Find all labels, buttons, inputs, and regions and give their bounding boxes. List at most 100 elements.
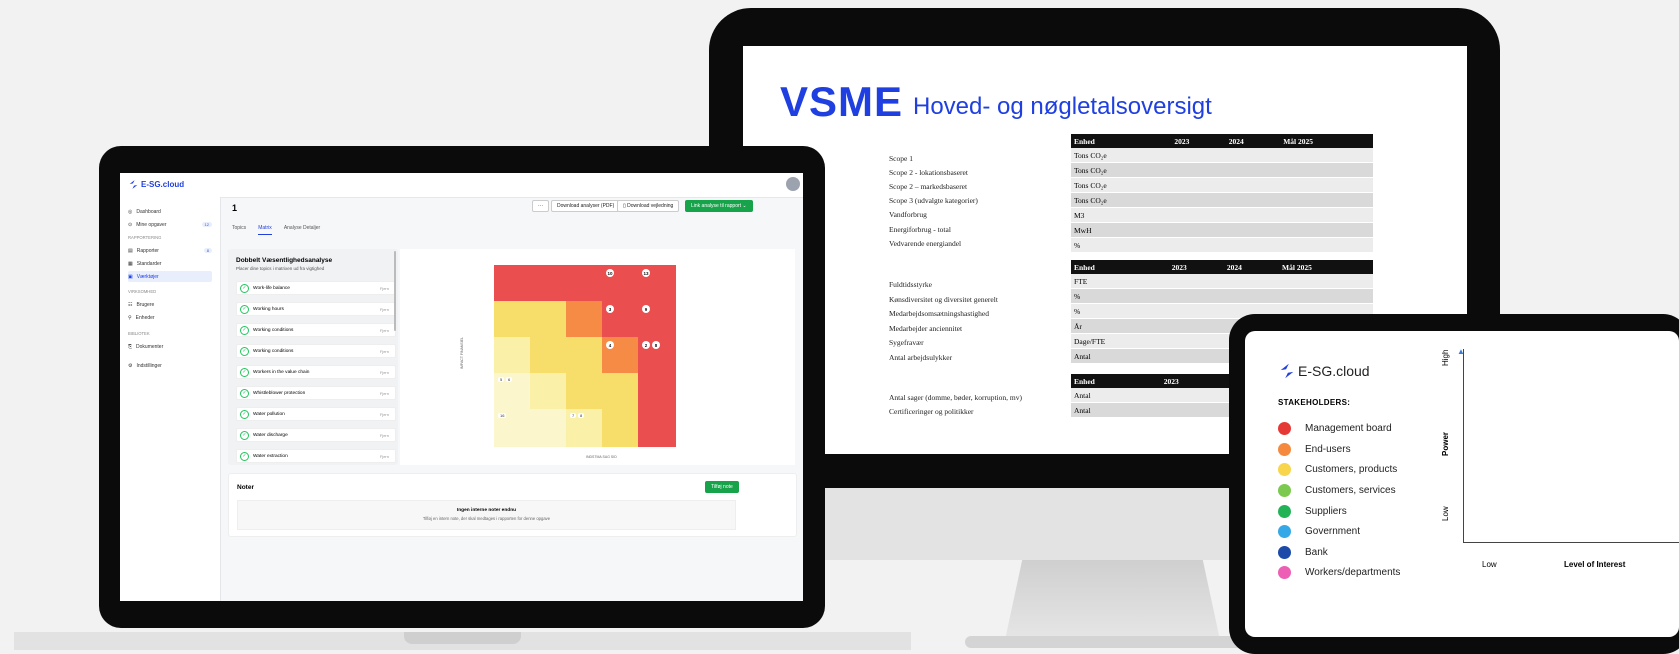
topic-item[interactable]: ✓ Water extraction Fjern — [236, 449, 396, 463]
unit-cell: Antal — [1071, 402, 1161, 418]
matrix-cell[interactable] — [566, 373, 604, 411]
matrix-cell[interactable] — [566, 337, 604, 375]
sidebar-item-dashboard[interactable]: ◎ Dashboard — [128, 206, 212, 217]
tab-analysis-details[interactable]: Analyse Detaljer — [284, 225, 320, 235]
topic-chip[interactable]: 8 — [578, 413, 585, 418]
topic-item[interactable]: ✓ Water discharge Fjern — [236, 428, 396, 442]
count-badge: 12 — [201, 222, 212, 227]
sidebar-item-entities[interactable]: ⚲ Enheder — [128, 312, 212, 323]
topic-label: Whistleblower protection — [253, 390, 306, 396]
matrix-cell[interactable] — [566, 265, 604, 303]
unit-cell: Antal — [1071, 348, 1169, 364]
matrix-cell[interactable] — [494, 265, 532, 303]
download-pdf-button[interactable]: Download analyser (PDF) — [551, 200, 621, 212]
topic-marker[interactable]: 4 — [606, 341, 614, 349]
kpi-label: Fuldtidsstyrke — [889, 280, 932, 289]
remove-link[interactable]: Fjern — [380, 454, 389, 459]
topic-item[interactable]: ✓ Work-life balance Fjern — [236, 281, 396, 295]
topic-chip[interactable]: 6 — [506, 377, 513, 382]
legend-dot — [1278, 525, 1291, 538]
tab-topics[interactable]: Topics — [232, 225, 246, 235]
sidebar-label: Værktøjer — [136, 273, 159, 280]
remove-link[interactable]: Fjern — [380, 349, 389, 354]
topic-item[interactable]: ✓ Working conditions Fjern — [236, 344, 396, 358]
topic-chip[interactable]: 5 — [498, 377, 505, 382]
sidebar-item-tasks[interactable]: ⊙ Mine opgaver 12 — [128, 219, 212, 230]
tablet-screen: E-SG.cloud STAKEHOLDERS: Management boar… — [1245, 331, 1679, 637]
check-circle-icon: ✓ — [240, 451, 249, 461]
more-button[interactable]: ··· — [532, 200, 549, 212]
remove-link[interactable]: Fjern — [380, 286, 389, 291]
topic-item[interactable]: ✓ Working hours Fjern — [236, 302, 396, 316]
x-axis-low: Low — [1482, 560, 1497, 569]
topic-chip[interactable]: 16 — [498, 413, 507, 418]
sidebar-section-reporting: RAPPORTERING — [128, 235, 162, 240]
sidebar-section-library: BIBLIOTEK — [128, 331, 150, 336]
gear-icon: ⚙ — [128, 362, 133, 369]
legend-dot — [1278, 546, 1291, 559]
matrix-cell[interactable] — [638, 409, 676, 447]
sidebar-item-documents[interactable]: ⎘ Dokumenter — [128, 341, 212, 352]
check-circle-icon: ✓ — [240, 430, 249, 440]
sidebar-item-users[interactable]: ☷ Brugere — [128, 299, 212, 310]
topic-chip[interactable]: 7 — [570, 413, 577, 418]
matrix-cell[interactable] — [494, 301, 532, 339]
download-guide-button[interactable]: ▯ Download vejledning — [617, 200, 680, 212]
unit-cell: % — [1071, 288, 1169, 304]
topic-label: Water extraction — [253, 453, 288, 459]
check-circle-icon: ✓ — [240, 367, 249, 377]
chevron-down-icon: ⌄ — [741, 203, 747, 209]
sidebar-item-reports[interactable]: ▤ Rapporter 8 — [128, 245, 212, 256]
sidebar-item-standards[interactable]: ▦ Standarder — [128, 258, 212, 269]
matrix-cell[interactable] — [530, 373, 568, 411]
matrix-cell[interactable] — [530, 301, 568, 339]
kpi-label: Vedvarende energiandel — [889, 239, 962, 248]
tab-matrix[interactable]: Matrix — [258, 225, 272, 235]
matrix-cell[interactable] — [602, 373, 640, 411]
remove-link[interactable]: Fjern — [380, 412, 389, 417]
add-note-button[interactable]: Tilføj note — [705, 481, 739, 493]
remove-link[interactable]: Fjern — [380, 307, 389, 312]
unit-cell: Tons CO₂e — [1071, 192, 1172, 208]
stakeholder-legend-item: End-users — [1278, 443, 1351, 456]
scrollbar[interactable] — [394, 251, 396, 331]
matrix-cell[interactable] — [602, 409, 640, 447]
sidebar-item-tools[interactable]: ▣ Værktøjer — [128, 271, 212, 282]
unit-cell: År — [1071, 318, 1169, 334]
matrix-cell[interactable] — [530, 265, 568, 303]
remove-link[interactable]: Fjern — [380, 370, 389, 375]
kpi-label: Scope 2 - lokationsbaseret — [889, 168, 968, 177]
matrix-cell[interactable] — [530, 409, 568, 447]
stakeholder-legend-item: Workers/departments — [1278, 566, 1400, 579]
remove-link[interactable]: Fjern — [380, 433, 389, 438]
remove-link[interactable]: Fjern — [380, 328, 389, 333]
sidebar-item-settings[interactable]: ⚙ Indstillinger — [128, 360, 212, 371]
x-axis-title: Level of Interest — [1564, 560, 1626, 569]
brand-logo[interactable]: E-SG.cloud — [128, 179, 184, 190]
matrix-cell[interactable] — [494, 337, 532, 375]
avatar[interactable] — [786, 177, 800, 191]
topic-marker[interactable]: 8 — [652, 341, 660, 349]
topic-item[interactable]: ✓ Workers in the value chain Fjern — [236, 365, 396, 379]
link-report-button[interactable]: Link analyse til rapport ⌄ — [685, 200, 753, 212]
unit-cell: Dage/FTE — [1071, 333, 1169, 349]
remove-link[interactable]: Fjern — [380, 391, 389, 396]
topic-marker[interactable]: 10 — [606, 269, 614, 277]
matrix-cell[interactable] — [638, 373, 676, 411]
legend-dot — [1278, 484, 1291, 497]
topic-marker[interactable]: 2 — [642, 341, 650, 349]
topic-item[interactable]: ✓ Water pollution Fjern — [236, 407, 396, 421]
topic-marker[interactable]: 3 — [606, 305, 614, 313]
topic-marker[interactable]: 9 — [642, 305, 650, 313]
kpi-table-1: Enhed 2023 2024 Mål 2025 Tons CO₂e Tons CO₂… — [1071, 134, 1373, 253]
empty-title: Ingen interne noter endnu — [456, 508, 517, 513]
matrix-cell[interactable] — [530, 337, 568, 375]
tab-bar: Topics Matrix Analyse Detaljer — [232, 225, 320, 235]
topic-marker[interactable]: 13 — [642, 269, 650, 277]
matrix-cell[interactable] — [566, 301, 604, 339]
topic-item[interactable]: ✓ Working conditions Fjern — [236, 323, 396, 337]
materiality-matrix[interactable]: 10 13 3 9 4 2 8 5 6 16 7 8 — [494, 265, 676, 447]
stakeholder-name: Customers, products — [1305, 464, 1398, 475]
tasks-icon: ⊙ — [128, 221, 133, 228]
topic-item[interactable]: ✓ Whistleblower protection Fjern — [236, 386, 396, 400]
